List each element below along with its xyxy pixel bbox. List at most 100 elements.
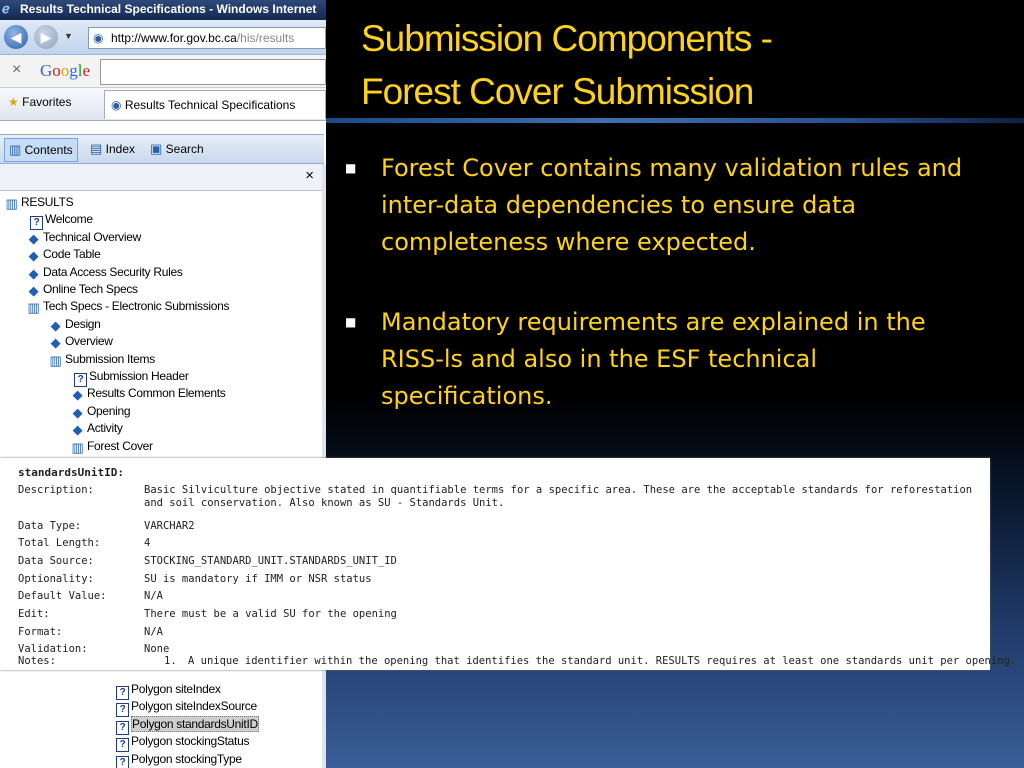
tree-item[interactable]: ▥ Forest Cover (70, 438, 154, 455)
tree-item[interactable]: ◆ Opening (70, 403, 131, 420)
tree-item-label: Opening (87, 403, 131, 418)
tree-item[interactable]: ◆ Technical Overview (26, 229, 142, 246)
tree-item[interactable]: ? Polygon stockingType (116, 751, 242, 768)
tree-item-label: Polygon standardsUnitID (131, 715, 259, 732)
spec-key: Edit: (18, 608, 50, 620)
tree-item-label: Online Tech Specs (43, 282, 138, 296)
spec-key: Data Source: (18, 555, 94, 567)
bullet-text: Forest Cover contains many validation ru… (381, 154, 963, 256)
browser-tab[interactable]: ◉ Results Technical Specifications (104, 90, 326, 119)
spec-key: Default Value: (18, 590, 107, 602)
tree-item[interactable]: ◆ Data Access Security Rules (26, 264, 183, 281)
tab-index[interactable]: ▤ Index (86, 138, 139, 160)
tab-globe-icon: ◉ (111, 98, 122, 112)
spec-value: STOCKING_STANDARD_UNIT.STANDARDS_UNIT_ID (144, 555, 397, 567)
url-host: http://www.for.gov.bc.ca (111, 31, 237, 45)
tree-item-label: RESULTS (21, 195, 74, 209)
tree-item[interactable]: ▥ Submission Items (48, 351, 156, 368)
spec-key: Format: (18, 626, 63, 638)
spec-key: Total Length: (18, 537, 101, 549)
favorites-star-icon: ★ (8, 95, 19, 109)
book-icon: ◆ (50, 317, 61, 333)
bullet-item: ■ Mandatory requirements are explained i… (345, 304, 985, 415)
tree-item[interactable]: ? Submission Header (74, 368, 189, 387)
site-globe-icon: ◉ (93, 31, 104, 45)
tree-item-label: Welcome (45, 212, 93, 227)
tab-search[interactable]: ▣ Search (146, 138, 208, 160)
tree-item-label: Data Access Security Rules (43, 264, 183, 279)
tree-item[interactable]: ◆ Online Tech Specs (26, 281, 138, 298)
tree-item-label: Submission Header (89, 369, 189, 383)
tree-item[interactable]: ◆ Code Table (26, 246, 101, 263)
slide-title-line-1: Submission Components - (361, 18, 773, 59)
slide-title: Submission Components - Forest Cover Sub… (361, 12, 1011, 118)
book-icon: ◆ (28, 265, 39, 281)
spec-value: VARCHAR2 (144, 520, 195, 532)
tree-item-label: Polygon stockingType (131, 751, 242, 766)
toolbar-close-icon[interactable]: × (12, 61, 21, 79)
tree-item[interactable]: ? Polygon stockingStatus (116, 733, 249, 753)
spec-value: There must be a valid SU for the opening (144, 608, 397, 620)
book-icon: ◆ (72, 404, 83, 420)
tree-item-label: Activity (87, 421, 123, 436)
tree-item[interactable]: ? Polygon siteIndexSource (116, 698, 257, 718)
tree-item-label: Design (65, 316, 101, 331)
pane-header: × (0, 164, 322, 191)
tree-item-label: Polygon siteIndex (131, 682, 221, 696)
tree-item[interactable]: ? Polygon siteIndex (116, 681, 221, 700)
google-logo: Google (40, 61, 91, 80)
note-text: A unique identifier within the opening t… (188, 655, 1017, 667)
spec-key: Data Type: (18, 520, 82, 532)
spec-value: N/A (144, 626, 163, 638)
bullet-text: Mandatory requirements are explained in … (381, 308, 926, 410)
tree-item-label: Technical Overview (43, 229, 141, 244)
internet-explorer-icon: ℯ (2, 1, 10, 16)
tree-item[interactable]: ◆ Overview (48, 333, 113, 350)
book-icon: ◆ (50, 335, 61, 351)
spec-detail-panel: standardsUnitID: Description: Basic Silvi… (0, 458, 1016, 670)
tree-item-label: Overview (65, 334, 113, 349)
help-pane-tabs: ▥ Contents ▤ Index ▣ Search (0, 134, 324, 164)
book-icon: ◆ (28, 230, 39, 246)
tree-item[interactable]: ? Welcome (30, 211, 93, 231)
spec-value: N/A (144, 590, 163, 602)
tree-item[interactable]: ? Polygon standardsUnitID (116, 715, 259, 735)
tree-item-label: Results Common Elements (87, 386, 226, 401)
history-dropdown-icon[interactable]: ▼ (64, 31, 73, 41)
open-book-icon: ▥ (49, 352, 62, 368)
spec-key: Notes: (18, 655, 56, 667)
tree-item[interactable]: ◆ Results Common Elements (70, 385, 226, 402)
book-icon: ◆ (72, 422, 83, 438)
favorites-button[interactable]: ★ Favorites (8, 95, 71, 109)
address-bar: ◀ ▶ ▼ ◉ http://www.for.gov.bc.ca/his/res… (0, 20, 326, 55)
tree-item[interactable]: ▥ Tech Specs - Electronic Submissions (26, 298, 230, 316)
bullet-item: ■ Forest Cover contains many validation … (345, 150, 985, 261)
book-icon: ◆ (28, 283, 39, 298)
tree-item[interactable]: ◆ Design (48, 316, 101, 333)
spec-value: SU is mandatory if IMM or NSR status (144, 573, 372, 585)
tab-contents[interactable]: ▥ Contents (4, 138, 78, 162)
google-search-input[interactable] (100, 59, 326, 85)
spec-value: Basic Silviculture objective stated in q… (144, 484, 973, 509)
tree-item[interactable]: ▥ RESULTS (4, 194, 74, 211)
tree-item-label: Forest Cover (87, 438, 153, 453)
tree-item-label: Submission Items (65, 351, 155, 366)
square-bullet-icon: ■ (345, 315, 357, 329)
tab-contents-label: Contents (24, 143, 73, 157)
tree-item-label: Code Table (43, 247, 101, 262)
open-book-icon: ▥ (27, 300, 40, 316)
tree-item-label: Polygon siteIndexSource (131, 699, 257, 714)
search-speech-icon: ▣ (150, 141, 163, 156)
open-book-icon: ▥ (71, 439, 84, 455)
bullet-list: ■ Forest Cover contains many validation … (345, 150, 985, 458)
back-button[interactable]: ◀ (4, 25, 28, 49)
spec-key: Optionality: (18, 573, 94, 585)
tab-index-label: Index (105, 142, 135, 156)
pane-close-icon[interactable]: × (305, 167, 314, 184)
url-input[interactable]: ◉ http://www.for.gov.bc.ca/his/results (88, 27, 326, 49)
favorites-bar: ★ Favorites ◉ Results Technical Specific… (0, 88, 326, 121)
forward-button[interactable]: ▶ (34, 25, 58, 49)
open-book-icon: ▥ (5, 196, 18, 211)
window-titlebar: ℯ Results Technical Specifications - Win… (0, 0, 326, 20)
tree-item[interactable]: ◆ Activity (70, 420, 123, 437)
